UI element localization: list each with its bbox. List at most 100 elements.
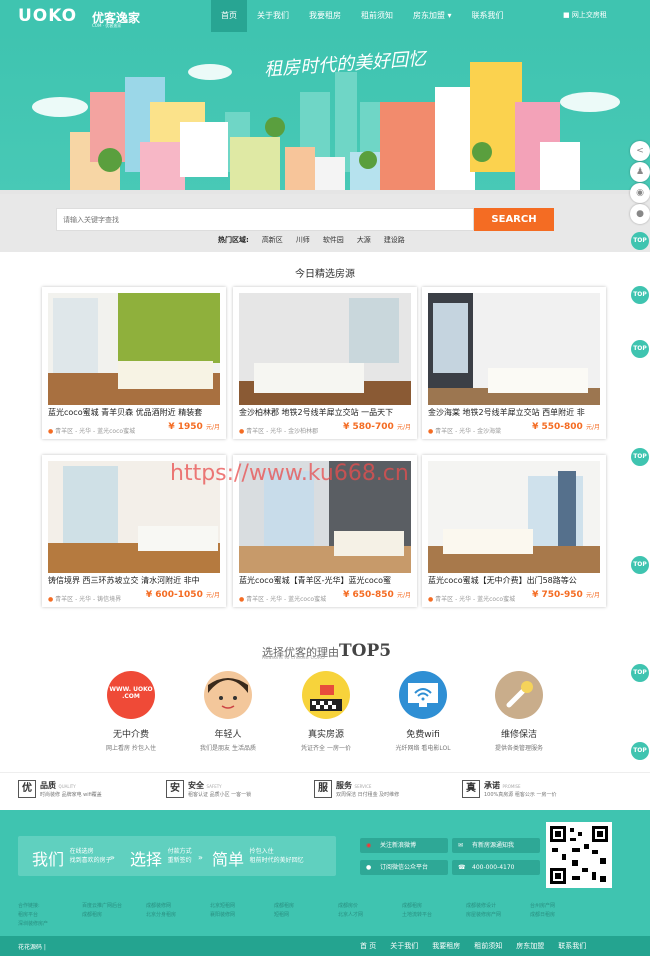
listing-title[interactable]: 蓝光coco蜜城【青羊区-光华】蓝光coco蜜 [239, 575, 413, 586]
logo-subtitle: COM · 优客逸家 [92, 23, 122, 28]
back-to-top-button[interactable]: TOP [631, 448, 649, 466]
share-icon[interactable]: < [630, 141, 650, 161]
hot-area-link[interactable]: 建设路 [384, 235, 405, 245]
partner-link[interactable]: 成都租房 [274, 902, 338, 909]
partner-link[interactable]: 成都装修网 [146, 902, 210, 909]
partner-link[interactable]: 成都房价 [338, 902, 402, 909]
reason-no-agent-fee: WWW. UOKO .COM 无中介费 网上看房 拎包入住 [86, 671, 176, 752]
nav-home[interactable]: 首页 [211, 0, 247, 32]
partner-link[interactable]: 成都租房 [82, 911, 146, 918]
listing-photo[interactable] [428, 293, 600, 405]
back-to-top-button[interactable]: TOP [631, 340, 649, 358]
listing-location: ● 青羊区 - 光华 - 金沙海棠 [428, 428, 502, 435]
location-pin-icon: ● [48, 596, 54, 603]
listing-title[interactable]: 蓝光coco蜜城 青羊贝森 优品酒附近 精装套 [48, 407, 222, 418]
nav-contact[interactable]: 联系我们 [462, 0, 514, 32]
partner-link[interactable]: 短租网 [274, 911, 338, 918]
pay-rent-link[interactable]: ■ 网上交房租 [563, 10, 607, 20]
footer-nav-about[interactable]: 关于我们 [390, 941, 418, 951]
listing-photo[interactable] [239, 293, 411, 405]
hot-area-link[interactable]: 大源 [357, 235, 371, 245]
listing-photo[interactable] [428, 461, 600, 573]
listing-card[interactable]: 蓝光coco蜜城 青羊贝森 优品酒附近 精装套 ● 青羊区 - 光华 - 蓝光c… [42, 287, 226, 439]
back-to-top-button[interactable]: TOP [631, 664, 649, 682]
quality-item: 优 品质 QUALITY 时尚装修 品牌家电 wifi覆盖 [18, 780, 102, 798]
footer-nav-landlord[interactable]: 房东加盟 [516, 941, 544, 951]
listing-price: ¥ 1950 元/月 [168, 422, 220, 432]
service-item: 服 服务 SERVICE 双周保洁 日付租金 及时维修 [314, 780, 399, 798]
listing-card[interactable]: 蓝光coco蜜城【无中介费】出门58路等公 ● 青羊区 - 光华 - 蓝光coc… [422, 455, 606, 607]
promise-icon: 真 [462, 780, 480, 798]
reason-young-people: 年轻人 我们是朋友 生活品质 [183, 671, 273, 752]
partner-link[interactable]: 成都租房 [402, 902, 466, 909]
back-to-top-button[interactable]: TOP [631, 742, 649, 760]
partner-link[interactable]: 北京人才网 [338, 911, 402, 918]
footer-nav-rent[interactable]: 我要租房 [432, 941, 460, 951]
partner-link[interactable]: 台州房产网 [530, 902, 594, 909]
phone-button[interactable]: ☎ 400-000-4170 [452, 860, 540, 875]
logo[interactable]: UOKO [18, 6, 77, 26]
partner-link[interactable]: 北京短租网 [210, 902, 274, 909]
hot-areas: 热门区域: 高新区 川师 软件园 大源 建设路 [218, 235, 405, 245]
listings-title: 今日精选房源 [295, 269, 355, 280]
location-pin-icon: ● [428, 428, 434, 435]
mail-icon: ✉ [458, 842, 464, 849]
listing-price: ¥ 580-700 元/月 [343, 422, 411, 432]
listing-location: ● 青羊区 - 光华 - 蓝光coco蜜城 [428, 596, 516, 603]
nav-notice[interactable]: 租前须知 [351, 0, 403, 32]
links-label: 合作链接: [18, 903, 40, 909]
partner-link[interactable]: 成都日租房 [530, 911, 594, 918]
arrow-icon: » [198, 853, 203, 862]
listing-location: ● 青羊区 - 光华 - 金沙柏林郡 [239, 428, 319, 435]
footer-nav: 首 页 关于我们 我要租房 租前须知 房东加盟 联系我们 [360, 941, 586, 951]
back-to-top-button[interactable]: TOP [631, 556, 649, 574]
partner-link[interactable]: 租房平台 [18, 911, 82, 918]
listing-price: ¥ 550-800 元/月 [532, 422, 600, 432]
nav-rent[interactable]: 我要租房 [299, 0, 351, 32]
notify-button[interactable]: ✉ 有新房源通知我 [452, 838, 540, 853]
weibo-button[interactable]: ◉ 关注新浪微博 [360, 838, 448, 853]
footer-nav-contact[interactable]: 联系我们 [558, 941, 586, 951]
qq-icon[interactable]: ♟ [630, 162, 650, 182]
partner-link[interactable]: 成都装修设计 [466, 902, 530, 909]
listing-price: ¥ 600-1050 元/月 [145, 590, 220, 600]
partner-link[interactable]: 襄阳装修网 [210, 911, 274, 918]
listing-location: ● 青羊区 - 光华 - 铸信境界 [48, 596, 122, 603]
nav-landlord[interactable]: 房东加盟 ▾ [403, 0, 462, 32]
location-pin-icon: ● [239, 428, 245, 435]
footer-nav-home[interactable]: 首 页 [360, 941, 376, 951]
listing-title[interactable]: 金沙柏林郡 地铁2号线羊犀立交站 一品天下 [239, 407, 413, 418]
hot-area-link[interactable]: 川师 [296, 235, 310, 245]
back-to-top-button[interactable]: TOP [631, 232, 649, 250]
nav-about[interactable]: 关于我们 [247, 0, 299, 32]
listing-card[interactable]: 金沙海棠 地铁2号线羊犀立交站 西单附近 非 ● 青羊区 - 光华 - 金沙海棠… [422, 287, 606, 439]
service-icon: 服 [314, 780, 332, 798]
location-pin-icon: ● [428, 596, 434, 603]
phone-icon: ☎ [458, 864, 466, 871]
listing-location: ● 青羊区 - 光华 - 蓝光coco蜜城 [48, 428, 136, 435]
partner-link[interactable]: 房屋装修房产网 [466, 911, 530, 918]
partner-link[interactable]: 深圳装修房产 [18, 920, 82, 927]
back-to-top-button[interactable]: TOP [631, 286, 649, 304]
footer-nav-notice[interactable]: 租前须知 [474, 941, 502, 951]
main-nav: 首页 关于我们 我要租房 租前须知 房东加盟 ▾ 联系我们 [211, 0, 514, 32]
wechat-button[interactable]: ● 订阅微信公众平台 [360, 860, 448, 875]
hot-area-link[interactable]: 软件园 [323, 235, 344, 245]
search-input[interactable] [56, 208, 474, 231]
hot-area-link[interactable]: 高新区 [262, 235, 283, 245]
listing-title[interactable]: 铸信境界 西三环苏坡立交 清水河附近 非中 [48, 575, 222, 586]
listing-title[interactable]: 蓝光coco蜜城【无中介费】出门58路等公 [428, 575, 602, 586]
listing-card[interactable]: 金沙柏林郡 地铁2号线羊犀立交站 一品天下 ● 青羊区 - 光华 - 金沙柏林郡… [233, 287, 417, 439]
partner-link[interactable]: 百度云推广网后台 [82, 902, 146, 909]
wrench-icon [495, 671, 543, 719]
weibo-icon: ◉ [366, 842, 372, 849]
listing-photo[interactable] [48, 293, 220, 405]
wechat-side-icon[interactable]: ● [630, 204, 650, 224]
promise-item: 真 承诺 PROMISE 100%真房源 租客公示 一房一价 [462, 780, 556, 798]
partner-link[interactable]: 土地流转平台 [402, 911, 466, 918]
promo-step-2: 选择 付款方式 重新签约 [130, 848, 192, 869]
partner-link[interactable]: 北京分身租房 [146, 911, 210, 918]
search-button[interactable]: SEARCH [474, 208, 554, 231]
listing-title[interactable]: 金沙海棠 地铁2号线羊犀立交站 西单附近 非 [428, 407, 602, 418]
weibo-side-icon[interactable]: ◉ [630, 183, 650, 203]
